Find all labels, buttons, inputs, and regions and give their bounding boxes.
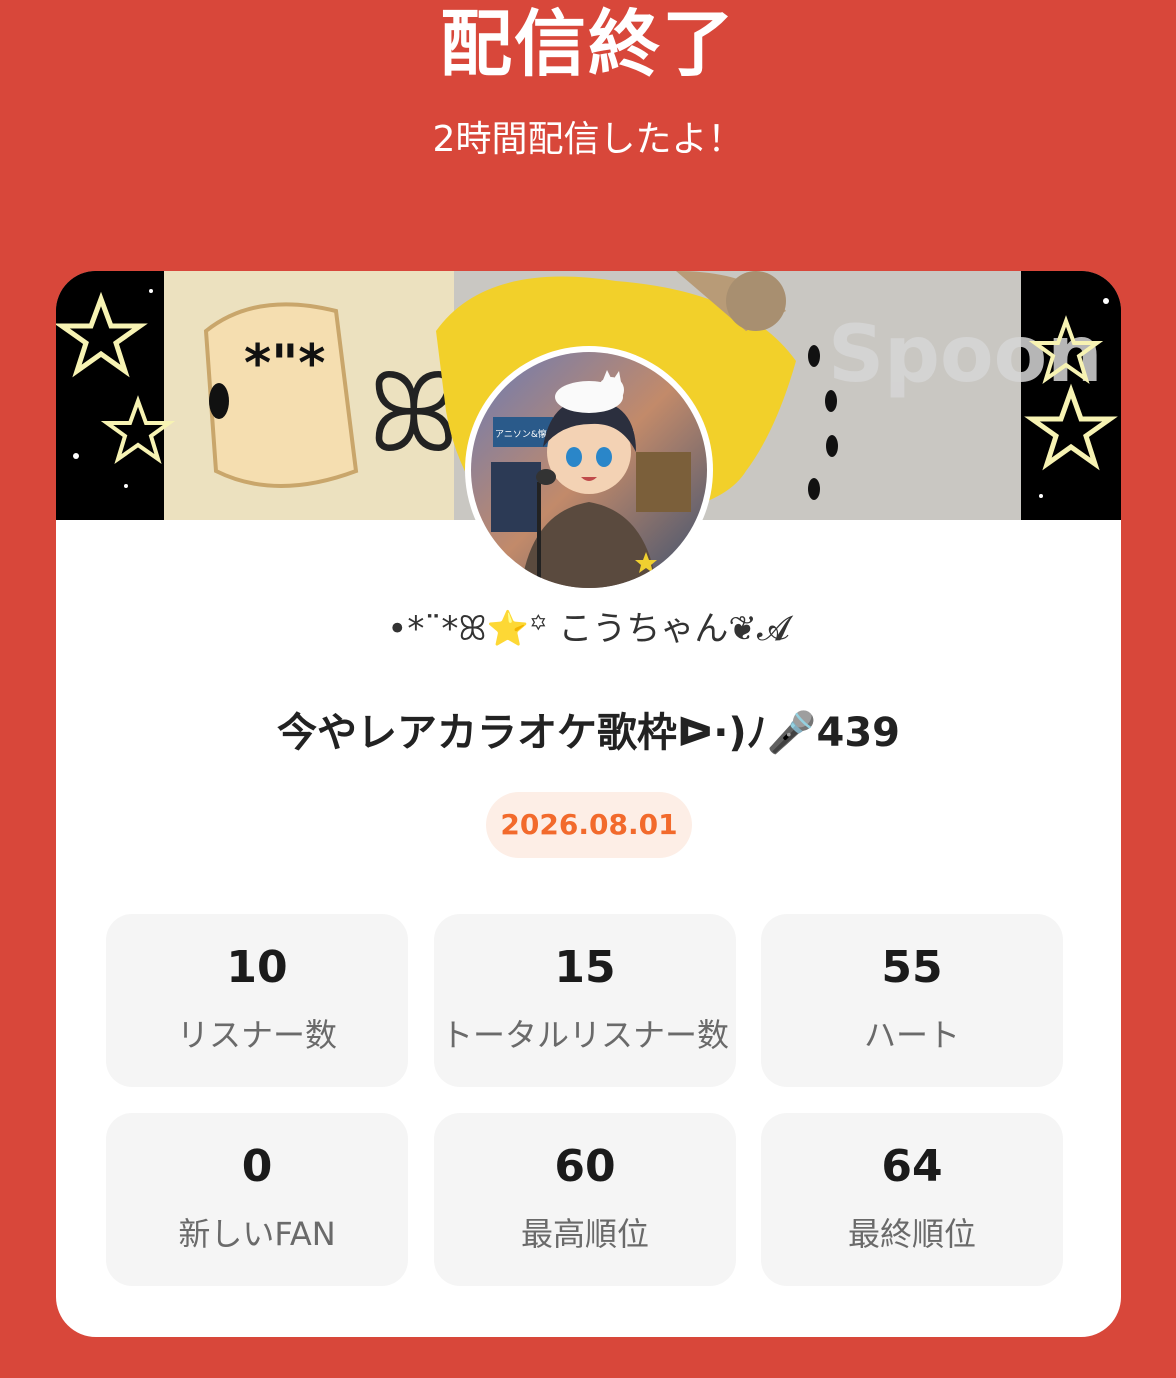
stat-label: 最終順位 <box>847 1215 976 1253</box>
stat-label: ハート <box>863 1016 960 1054</box>
stat-hearts: 55 ハート <box>761 914 1063 1087</box>
stat-total-listeners: 15 トータルリスナー数 <box>434 914 736 1087</box>
avatar[interactable]: アニソン&懐メロ 好きな人集まれ！ <box>471 352 707 588</box>
stream-summary-card: *"* ꕤ Spoon アニソン&懐メロ •*¨*ꕤ⭐️꙳ こうちゃん❦𝓐 今や… <box>56 271 1121 1337</box>
stat-value: 64 <box>881 1141 943 1192</box>
stat-label: トータルリスナー数 <box>440 1016 729 1054</box>
stat-label: リスナー数 <box>176 1016 337 1054</box>
stat-new-fans: 0 新しいFAN <box>106 1113 408 1286</box>
stream-title: 今やレアカラオケ歌枠ᐅ·)ﾉ🎤439 <box>277 710 900 756</box>
stat-final-rank: 64 最終順位 <box>761 1113 1063 1286</box>
stream-duration-text: 2時間配信したよ！ <box>432 119 744 160</box>
date-badge: 2026.08.01 <box>486 792 692 858</box>
stat-listeners: 10 リスナー数 <box>106 914 408 1087</box>
stat-highest-rank: 60 最高順位 <box>434 1113 736 1286</box>
stat-value: 60 <box>554 1141 616 1192</box>
page-title: 配信終了 <box>439 2 736 86</box>
watermark-text: Spoon <box>828 310 1103 400</box>
avatar-frame: アニソン&懐メロ 好きな人集まれ！ <box>465 346 713 594</box>
stat-value: 55 <box>881 942 943 993</box>
stat-value: 0 <box>241 1141 273 1192</box>
svg-text:*"*: *"* <box>244 334 325 394</box>
stat-label: 最高順位 <box>520 1215 649 1253</box>
stat-value: 15 <box>554 942 616 993</box>
stat-value: 10 <box>226 942 288 993</box>
username[interactable]: •*¨*ꕤ⭐️꙳ こうちゃん❦𝓐 <box>56 604 1121 654</box>
stat-label: 新しいFAN <box>178 1215 336 1253</box>
